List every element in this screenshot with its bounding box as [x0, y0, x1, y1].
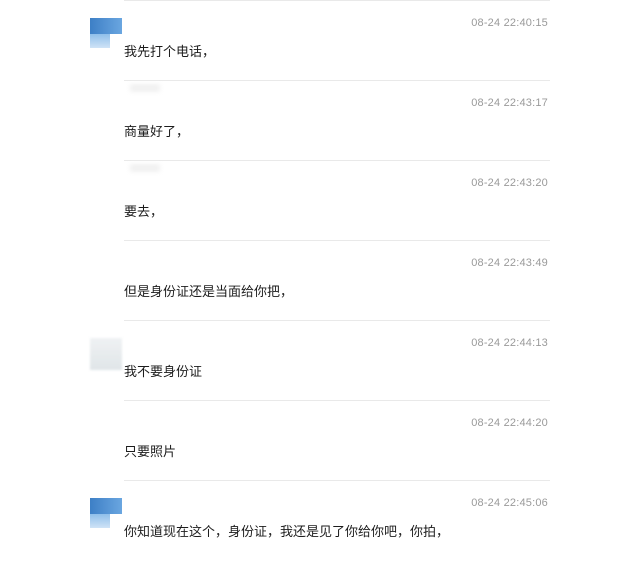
divider: [124, 400, 550, 401]
message-timestamp: 08-24 22:43:17: [471, 97, 548, 109]
message-timestamp: 08-24 22:44:20: [471, 417, 548, 429]
divider: [124, 0, 550, 1]
message-text: 只要照片: [124, 445, 177, 460]
message-text: 但是身份证还是当面给你把，: [124, 285, 294, 300]
message-timestamp: 08-24 22:45:06: [471, 497, 548, 509]
chat-message: 08-24 22:45:06 你知道现在这个，身份证，我还是见了你给你吧，你拍，: [0, 480, 626, 560]
message-text: 要去，: [124, 205, 164, 220]
divider: [124, 80, 550, 81]
message-timestamp: 08-24 22:40:15: [471, 17, 548, 29]
message-text: 我先打个电话，: [124, 45, 216, 60]
divider: [124, 480, 550, 481]
avatar[interactable]: [90, 18, 122, 50]
chat-message: 08-24 22:43:20 要去，: [0, 160, 626, 240]
message-text: 我不要身份证: [124, 365, 203, 380]
message-text: 商量好了，: [124, 125, 190, 140]
avatar[interactable]: [90, 498, 122, 530]
blurred-sender: [130, 164, 160, 172]
chat-message: 08-24 22:44:20 只要照片: [0, 400, 626, 480]
message-text: 你知道现在这个，身份证，我还是见了你给你吧，你拍，: [124, 525, 450, 540]
message-timestamp: 08-24 22:43:49: [471, 257, 548, 269]
message-timestamp: 08-24 22:43:20: [471, 177, 548, 189]
chat-message: 08-24 22:43:49 但是身份证还是当面给你把，: [0, 240, 626, 320]
chat-message: 08-24 22:44:13 我不要身份证: [0, 320, 626, 400]
chat-message: 08-24 22:43:17 商量好了，: [0, 80, 626, 160]
divider: [124, 320, 550, 321]
blurred-sender: [130, 84, 160, 92]
message-timestamp: 08-24 22:44:13: [471, 337, 548, 349]
avatar[interactable]: [90, 338, 122, 370]
chat-message: 08-24 22:40:15 我先打个电话，: [0, 0, 626, 80]
divider: [124, 240, 550, 241]
divider: [124, 160, 550, 161]
